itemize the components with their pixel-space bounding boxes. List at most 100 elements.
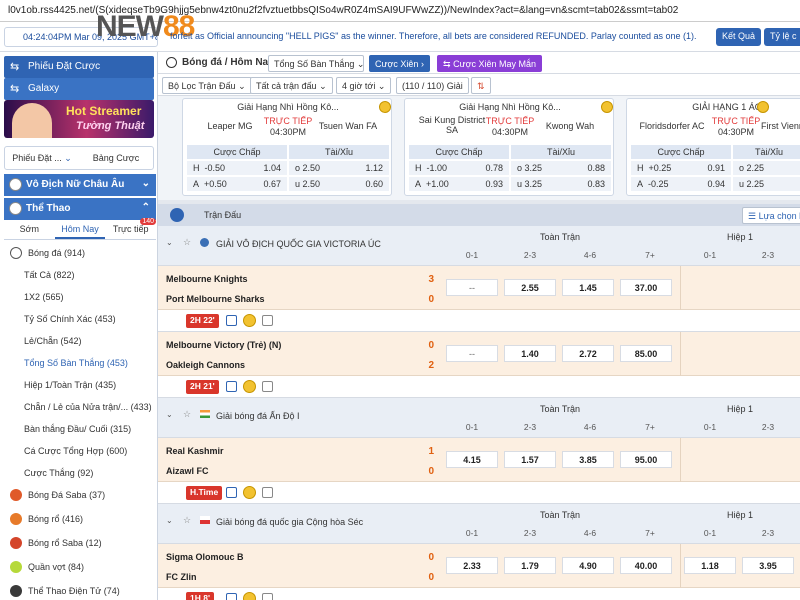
star-icon[interactable]: ☆: [183, 515, 191, 526]
sort-icon[interactable]: ⇅: [471, 77, 491, 94]
odds-cell[interactable]: --: [446, 279, 498, 296]
side-label: o: [517, 163, 523, 173]
full-time-header: Toàn Trận: [539, 232, 581, 242]
total-under[interactable]: u 3.25 0.83: [511, 177, 611, 191]
handicap-away[interactable]: A -0.25 0.94: [631, 177, 731, 191]
match-filter[interactable]: Tất cả trận đấu ⌄: [250, 77, 333, 94]
hours-filter[interactable]: 4 giờ tới ⌄: [336, 77, 392, 94]
sidebar-item-outright[interactable]: Cược Thắng (92): [4, 462, 156, 484]
sidebar-item-half-full[interactable]: Hiệp 1/Toàn Trận (435): [4, 374, 156, 396]
sidebar-item-first-last-goal[interactable]: Bàn thắng Đầu/ Cuối (315): [4, 418, 156, 440]
parlay-button[interactable]: Cược Xiên ›: [369, 55, 430, 72]
league-row[interactable]: ⌄ ☆ Giải bóng đá quốc gia Cộng hòa Séc T…: [158, 504, 800, 544]
total-over[interactable]: o 3.25 0.88: [511, 161, 611, 175]
sidebar-item-1x2[interactable]: 1X2 (565): [4, 286, 156, 308]
odds-cell[interactable]: 1.79: [504, 557, 556, 574]
section-sports[interactable]: Thể Thao ⌃: [4, 198, 156, 220]
tab-early[interactable]: Sớm: [4, 220, 55, 239]
league-row[interactable]: ⌄ ☆ GIẢI VÔ ĐỊCH QUỐC GIA VICTORIA ÚC To…: [158, 226, 800, 266]
stats-icon[interactable]: [226, 593, 237, 600]
results-button[interactable]: Kết Quả: [716, 28, 762, 46]
handicap-away[interactable]: A +1.00 0.93: [409, 177, 509, 191]
coin-icon[interactable]: [243, 592, 256, 600]
odds-cell[interactable]: 40.00: [620, 557, 672, 574]
sidebar-item-half-odd-even[interactable]: Chẵn / Lẻ của Nửa trận/... (433): [4, 396, 156, 418]
item-count: (12): [85, 538, 102, 548]
stats-icon[interactable]: [226, 381, 237, 392]
tab-live[interactable]: Trực tiếp 140: [105, 218, 157, 239]
sidebar-item-football[interactable]: Bóng đá (914): [4, 242, 156, 264]
col-header: 0-1: [703, 528, 717, 538]
away-score: 0: [428, 466, 434, 477]
league-row[interactable]: ⌄ ☆ Giải bóng đá Ấn Độ I Toàn Trận Hiệp …: [158, 398, 800, 438]
sidebar-item-saba-basketball[interactable]: Bóng rổ Saba (12): [4, 532, 156, 554]
coin-icon[interactable]: [243, 486, 256, 499]
odds-cell[interactable]: 4.15: [446, 451, 498, 468]
handicap-home[interactable]: H -1.00 0.78: [409, 161, 509, 175]
odds-cell[interactable]: 37.00: [620, 279, 672, 296]
odds-cell[interactable]: 2.72: [562, 345, 614, 362]
chart-icon[interactable]: [262, 315, 273, 326]
sidebar-item-correct-score[interactable]: Tỷ Số Chính Xác (453): [4, 308, 156, 330]
stats-icon[interactable]: [226, 487, 237, 498]
chart-icon[interactable]: [262, 487, 273, 498]
sidebar-item-saba-football[interactable]: Bóng Đá Saba (37): [4, 484, 156, 506]
choose-odds-button[interactable]: ☰ Lựa chọn l: [742, 207, 800, 224]
sidebar-item-esports[interactable]: Thể Thao Điện Tử (74): [4, 580, 156, 600]
coin-icon[interactable]: [243, 314, 256, 327]
odds-cell[interactable]: 1.57: [504, 451, 556, 468]
odds-cell[interactable]: --: [446, 345, 498, 362]
galaxy-button[interactable]: ⇆ Galaxy: [4, 78, 154, 100]
sidebar-item-tennis[interactable]: Quần vợt (84): [4, 556, 156, 578]
sidebar-item-basketball[interactable]: Bóng rổ (416): [4, 508, 156, 530]
star-icon[interactable]: ☆: [183, 409, 191, 420]
live-time-badge: 2H 22': [186, 314, 219, 328]
market-dropdown[interactable]: Tổng Số Bàn Thắng ⌄: [268, 55, 364, 72]
odds-cell[interactable]: 85.00: [620, 345, 672, 362]
total-under[interactable]: u 2.50 0.60: [289, 177, 389, 191]
live-card[interactable]: Giải Hạng Nhì Hồng Kô... Leaper MG TRỰC …: [182, 98, 392, 196]
odds-cell[interactable]: 3.85: [562, 451, 614, 468]
odds-cell[interactable]: 4.90: [562, 557, 614, 574]
total-over[interactable]: o 2.50 1.12: [289, 161, 389, 175]
odds-cell[interactable]: 1.18: [684, 557, 736, 574]
handicap-home[interactable]: H -0.50 1.04: [187, 161, 287, 175]
handicap-home[interactable]: H +0.25 0.91: [631, 161, 731, 175]
col-header: 0-1: [465, 422, 479, 432]
chart-icon[interactable]: [262, 381, 273, 392]
odds-cell[interactable]: 2.33: [446, 557, 498, 574]
league-count[interactable]: (110 / 110) Giải: [396, 77, 469, 94]
away-team: Oakleigh Cannons: [166, 360, 246, 370]
tab-odds-board[interactable]: Bảng Cược: [79, 153, 153, 163]
sidebar-item-odd-even[interactable]: Lẻ/Chẵn (542): [4, 330, 156, 352]
chart-icon[interactable]: [262, 593, 273, 600]
odds-format-button[interactable]: Tỷ lệ c: [764, 28, 800, 46]
tab-bet-slip[interactable]: Phiếu Đặt ... ⌄: [5, 153, 79, 164]
section-women-euro[interactable]: Vô Địch Nữ Châu Âu ⌄: [4, 174, 156, 196]
bet-slip-button[interactable]: ⇆ Phiếu Đặt Cược: [4, 56, 154, 78]
total-over[interactable]: o 2.25: [733, 161, 800, 175]
live-card[interactable]: GIẢI HẠNG 1 ÁO Floridsdorfer AC TRỰC TIẾ…: [626, 98, 800, 196]
handicap-away[interactable]: A +0.50 0.67: [187, 177, 287, 191]
star-icon[interactable]: ☆: [183, 237, 191, 248]
sidebar-item-mix-parlay[interactable]: Cá Cược Tổng Hợp (600): [4, 440, 156, 462]
odds-cell[interactable]: 1.45: [562, 279, 614, 296]
coin-icon[interactable]: [243, 380, 256, 393]
item-count: (914): [64, 248, 86, 258]
odds-cell[interactable]: 1.40: [504, 345, 556, 362]
lucky-parlay-button[interactable]: ⇆ Cược Xiên May Mắn: [437, 55, 543, 72]
league-filter[interactable]: Bộ Lọc Trận Đấu ⌄: [162, 77, 252, 94]
promo-banner[interactable]: Hot Streamer Tường Thuật: [4, 100, 154, 138]
total-under[interactable]: u 2.25: [733, 177, 800, 191]
stats-icon[interactable]: [226, 315, 237, 326]
col-header: 7+: [645, 528, 655, 538]
odds-cell[interactable]: 3.95: [742, 557, 794, 574]
live-card[interactable]: Giải Hạng Nhì Hồng Kô... Sai Kung Distri…: [404, 98, 614, 196]
col-header: 2-3: [761, 250, 775, 260]
sidebar-item-all[interactable]: Tất Cả (822): [4, 264, 156, 286]
section-sports-label: Thể Thao: [26, 203, 71, 214]
tab-today[interactable]: Hôm Nay: [54, 220, 106, 239]
sidebar-item-total-goals[interactable]: Tổng Số Bàn Thắng (453): [4, 352, 156, 374]
odds-cell[interactable]: 95.00: [620, 451, 672, 468]
odds-cell[interactable]: 2.55: [504, 279, 556, 296]
